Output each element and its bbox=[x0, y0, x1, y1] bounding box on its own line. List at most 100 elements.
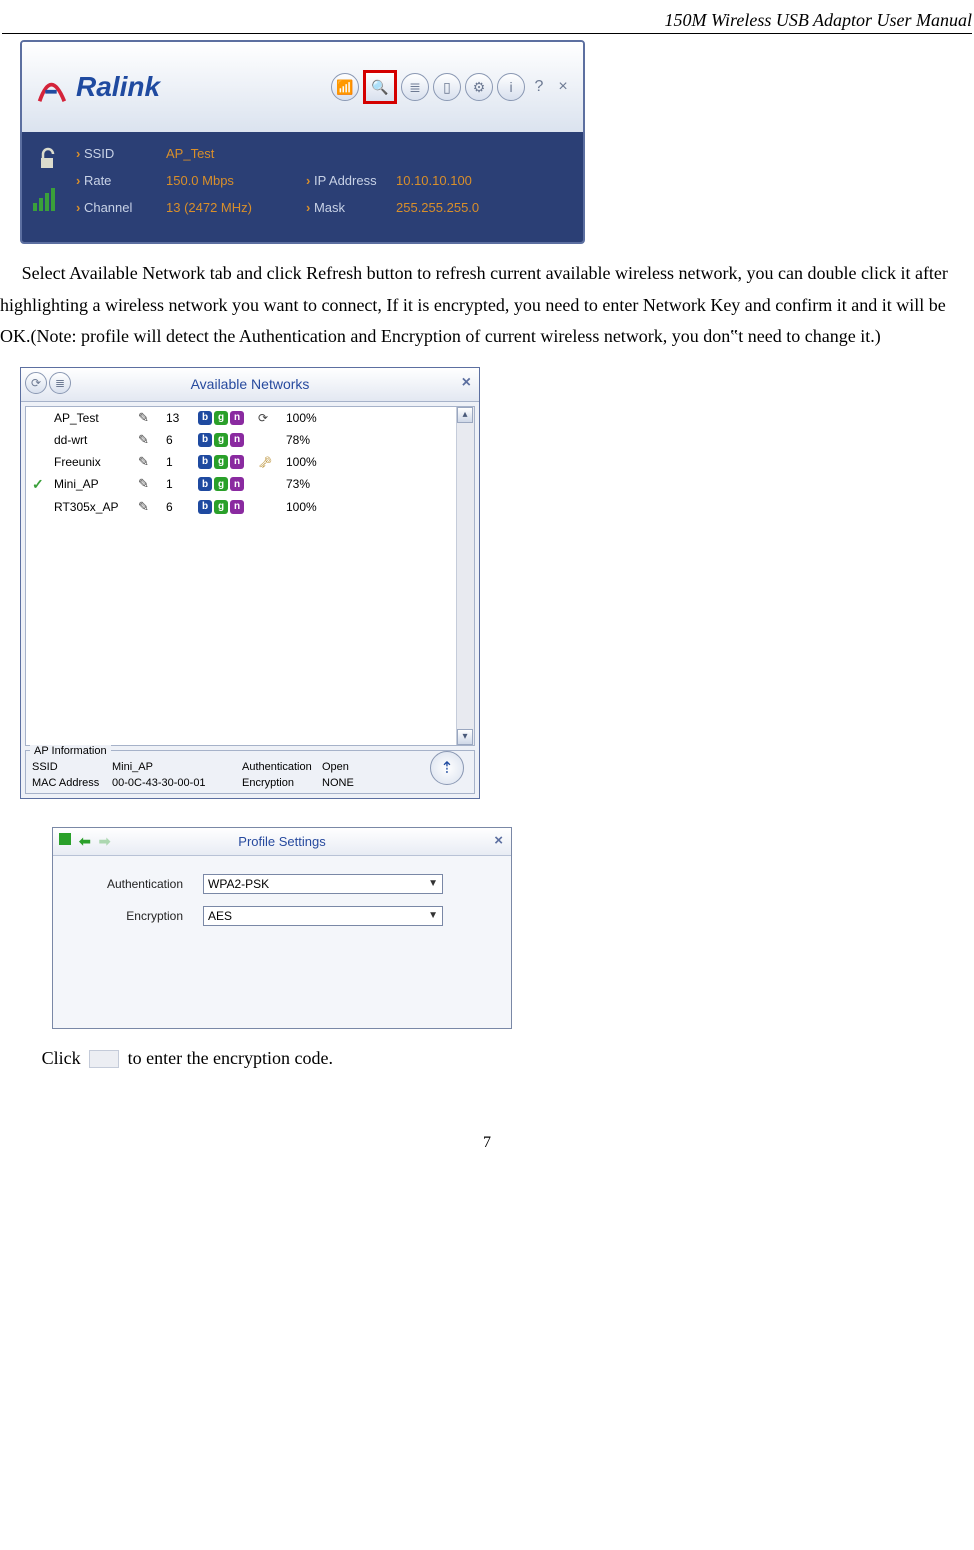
list-view-icon[interactable]: ≣ bbox=[49, 372, 71, 394]
badge-g-icon: g bbox=[214, 500, 228, 514]
info-icon[interactable]: i bbox=[497, 73, 525, 101]
lock-icon bbox=[258, 455, 282, 469]
scrollbar[interactable]: ▴ ▾ bbox=[456, 407, 474, 745]
badge-g-icon: g bbox=[214, 455, 228, 469]
scroll-down-icon[interactable]: ▾ bbox=[457, 729, 473, 745]
ap-mac-value: 00-0C-43-30-00-01 bbox=[112, 777, 242, 789]
paragraph-1: Select Available Network tab and click R… bbox=[0, 258, 974, 353]
refresh-mini-icon bbox=[258, 411, 282, 425]
search-icon[interactable]: 🔍 bbox=[363, 70, 397, 104]
signal-bars-icon bbox=[30, 182, 62, 214]
ap-ssid-value: Mini_AP bbox=[112, 761, 242, 773]
scroll-up-icon[interactable]: ▴ bbox=[457, 407, 473, 423]
signal-percent: 73% bbox=[286, 477, 336, 491]
auth-select[interactable]: WPA2-PSK ▼ bbox=[203, 874, 443, 894]
enc-select[interactable]: AES ▼ bbox=[203, 906, 443, 926]
network-ssid: AP_Test bbox=[54, 411, 134, 425]
badge-n-icon: n bbox=[230, 500, 244, 514]
ralink-toolbar: 📶 🔍 ≣ ▯ ⚙ i ? × bbox=[331, 70, 573, 104]
network-ssid: dd-wrt bbox=[54, 433, 134, 447]
ralink-logo: Ralink bbox=[32, 62, 160, 112]
connect-button[interactable]: ⇡ bbox=[430, 751, 464, 785]
auth-label: Authentication bbox=[83, 877, 183, 891]
help-icon[interactable]: ? bbox=[529, 73, 549, 101]
ralink-status-window: Ralink 📶 🔍 ≣ ▯ ⚙ i ? × SSID bbox=[20, 40, 585, 244]
ralink-side-status bbox=[30, 142, 62, 214]
network-channel: 1 bbox=[166, 477, 194, 491]
badge-n-icon: n bbox=[230, 411, 244, 425]
signal-percent: 100% bbox=[286, 500, 336, 514]
auth-value: WPA2-PSK bbox=[208, 877, 269, 891]
gear-icon[interactable]: ⚙ bbox=[465, 73, 493, 101]
badge-n-icon: n bbox=[230, 455, 244, 469]
close-icon[interactable]: × bbox=[494, 832, 503, 849]
network-ssid: Freeunix bbox=[54, 455, 134, 469]
badge-n-icon: n bbox=[230, 433, 244, 447]
network-row[interactable]: RT305x_AP6bgn100% bbox=[26, 496, 474, 518]
network-row[interactable]: Freeunix1bgn100% bbox=[26, 451, 474, 473]
forward-arrow-icon[interactable]: ➡ bbox=[99, 833, 111, 850]
profile-body: Authentication WPA2-PSK ▼ Encryption AES… bbox=[53, 856, 511, 1028]
edit-icon bbox=[138, 476, 162, 492]
profile-settings-window: ⬅ ➡ Profile Settings × Authentication WP… bbox=[52, 827, 512, 1029]
mask-label: Mask bbox=[306, 200, 396, 215]
ap-info-legend: AP Information bbox=[30, 745, 111, 757]
signal-percent: 78% bbox=[286, 433, 336, 447]
paragraph-2: Click to enter the encryption code. bbox=[20, 1043, 974, 1075]
page-header: 150M Wireless USB Adaptor User Manual bbox=[2, 10, 972, 34]
ap-information: AP Information SSID Mini_AP Authenticati… bbox=[25, 750, 475, 794]
ralink-titlebar: Ralink 📶 🔍 ≣ ▯ ⚙ i ? × bbox=[22, 42, 583, 132]
badge-g-icon: g bbox=[214, 477, 228, 491]
ralink-brand-text: Ralink bbox=[76, 71, 160, 103]
network-ssid: RT305x_AP bbox=[54, 500, 134, 514]
mode-badges: bgn bbox=[198, 411, 254, 425]
auth-row: Authentication WPA2-PSK ▼ bbox=[83, 874, 491, 894]
profile-settings-title: ⬅ ➡ Profile Settings × bbox=[53, 828, 511, 856]
edit-icon bbox=[138, 454, 162, 470]
ssid-label: SSID bbox=[76, 146, 166, 161]
ssid-value: AP_Test bbox=[166, 146, 306, 161]
page-icon[interactable]: ▯ bbox=[433, 73, 461, 101]
ralink-logo-icon bbox=[32, 62, 70, 112]
available-networks-title: ⟳ ≣ Available Networks × bbox=[21, 368, 479, 402]
network-ssid: Mini_AP bbox=[54, 477, 134, 491]
close-icon[interactable]: × bbox=[462, 374, 471, 392]
badge-g-icon: g bbox=[214, 411, 228, 425]
page-number: 7 bbox=[0, 1134, 974, 1152]
square-icon[interactable] bbox=[59, 833, 71, 845]
refresh-icon[interactable]: ⟳ bbox=[25, 372, 47, 394]
network-channel: 6 bbox=[166, 433, 194, 447]
close-icon[interactable]: × bbox=[553, 73, 573, 101]
badge-b-icon: b bbox=[198, 455, 212, 469]
rate-label: Rate bbox=[76, 173, 166, 188]
badge-b-icon: b bbox=[198, 477, 212, 491]
network-row[interactable]: Mini_AP1bgn73% bbox=[26, 473, 474, 496]
wifi-icon[interactable]: 📶 bbox=[331, 73, 359, 101]
edit-icon bbox=[138, 410, 162, 426]
network-row[interactable]: AP_Test13bgn100% bbox=[26, 407, 474, 429]
ralink-grid: SSID AP_Test Rate 150.0 Mbps IP Address … bbox=[76, 146, 571, 215]
network-list[interactable]: AP_Test13bgn100%dd-wrt6bgn78%Freeunix1bg… bbox=[25, 406, 475, 746]
next-arrow-placeholder-icon bbox=[89, 1050, 119, 1068]
list-icon[interactable]: ≣ bbox=[401, 73, 429, 101]
mode-badges: bgn bbox=[198, 433, 254, 447]
edit-icon bbox=[138, 432, 162, 448]
ap-auth-value: Open bbox=[322, 761, 372, 773]
network-row[interactable]: dd-wrt6bgn78% bbox=[26, 429, 474, 451]
chevron-down-icon: ▼ bbox=[428, 910, 438, 921]
badge-g-icon: g bbox=[214, 433, 228, 447]
ap-mac-label: MAC Address bbox=[32, 777, 112, 789]
lock-open-icon bbox=[30, 142, 62, 174]
ap-auth-label: Authentication bbox=[242, 761, 322, 773]
connected-icon bbox=[32, 476, 50, 493]
edit-icon bbox=[138, 499, 162, 515]
ap-enc-value: NONE bbox=[322, 777, 372, 789]
mode-badges: bgn bbox=[198, 455, 254, 469]
channel-value: 13 (2472 MHz) bbox=[166, 200, 306, 215]
available-networks-window: ⟳ ≣ Available Networks × AP_Test13bgn100… bbox=[20, 367, 480, 799]
badge-b-icon: b bbox=[198, 433, 212, 447]
ap-ssid-label: SSID bbox=[32, 761, 112, 773]
enc-label: Encryption bbox=[83, 909, 183, 923]
network-channel: 1 bbox=[166, 455, 194, 469]
back-arrow-icon[interactable]: ⬅ bbox=[79, 833, 91, 850]
